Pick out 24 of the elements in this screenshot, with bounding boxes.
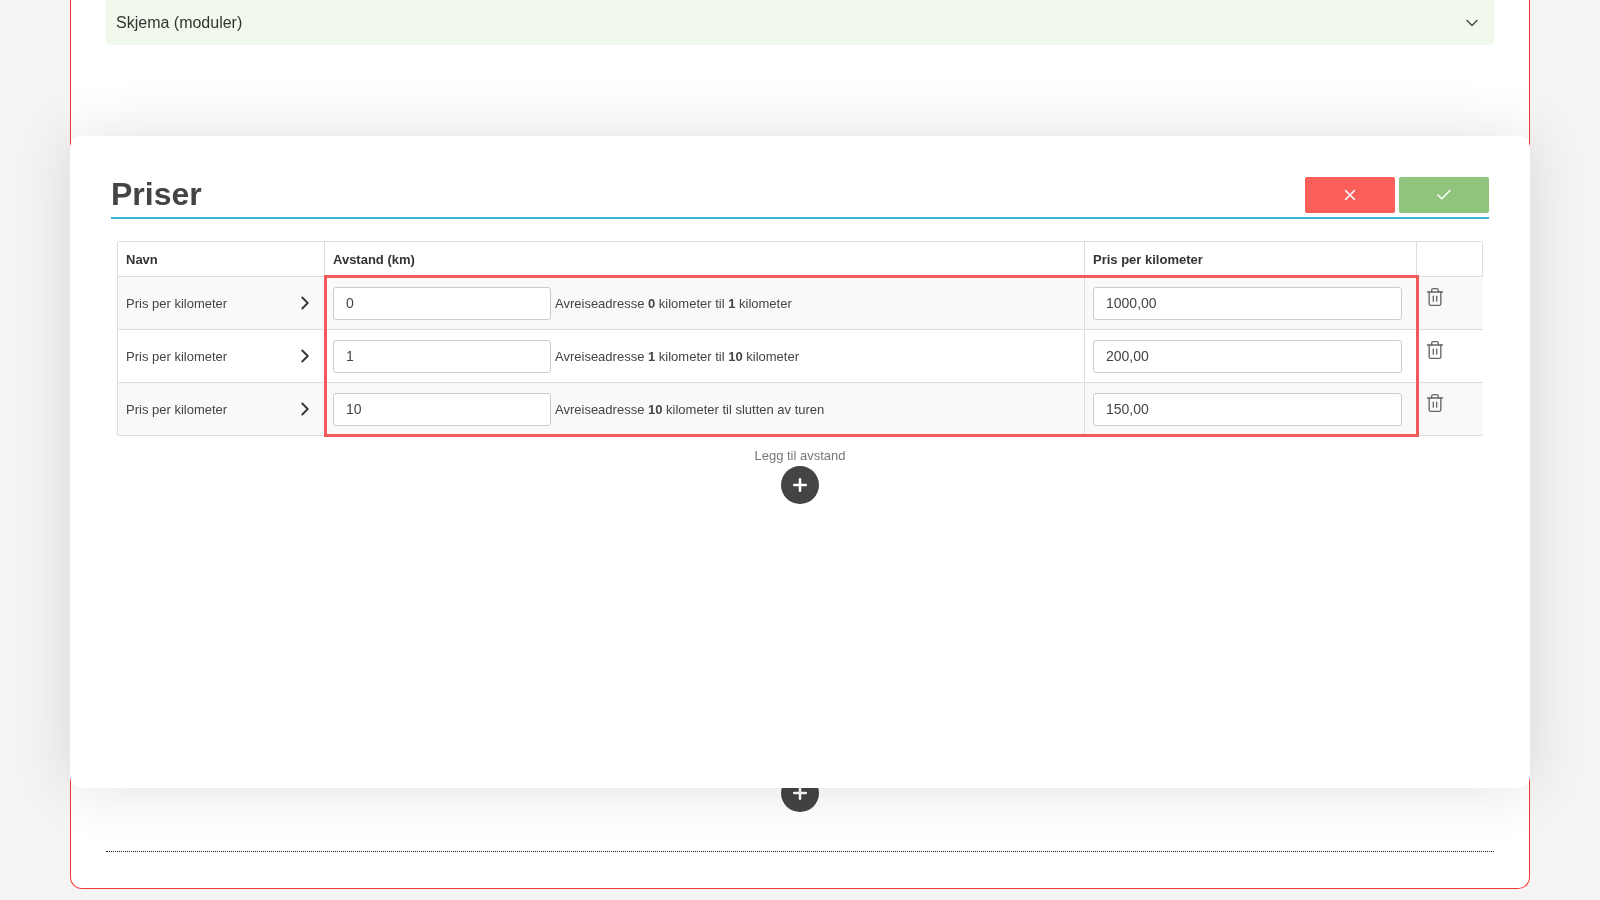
distance-description: Avreiseadresse 1 kilometer til 10 kilometer [555, 348, 799, 364]
add-distance-label: Legg til avstand [754, 448, 846, 463]
price-input[interactable]: 1000,00 [1093, 286, 1402, 320]
column-header: Pris per kilometer [1085, 242, 1417, 276]
distance-description: Avreiseadresse 10 kilometer til slutten av turen [555, 401, 825, 417]
modal-title: Priser [111, 176, 202, 213]
add-distance-button[interactable] [781, 466, 819, 504]
name-cell-text: Pris per kilometer [126, 348, 229, 364]
trash-icon[interactable] [1425, 393, 1445, 413]
column-header: Avstand (km) [325, 242, 1085, 276]
distance-input[interactable]: 10 [333, 392, 551, 426]
trash-icon[interactable] [1425, 340, 1445, 360]
name-cell-text: Pris per kilometer [126, 401, 229, 417]
price-input[interactable]: 200,00 [1093, 339, 1402, 373]
plus-icon [790, 475, 810, 495]
accordion-title: Skjema (moduler) [116, 13, 243, 32]
distance-input[interactable]: 1 [333, 339, 551, 373]
trash-icon[interactable] [1425, 287, 1445, 307]
distance-description: Avreiseadresse 0 kilometer til 1 kilometer [555, 295, 792, 311]
accordion-header[interactable]: Skjema (moduler) [106, 0, 1494, 45]
distance-input[interactable]: 0 [333, 286, 551, 320]
name-cell-text: Pris per kilometer [126, 295, 229, 311]
close-button[interactable] [1305, 176, 1395, 213]
price-input[interactable]: 150,00 [1093, 392, 1402, 426]
